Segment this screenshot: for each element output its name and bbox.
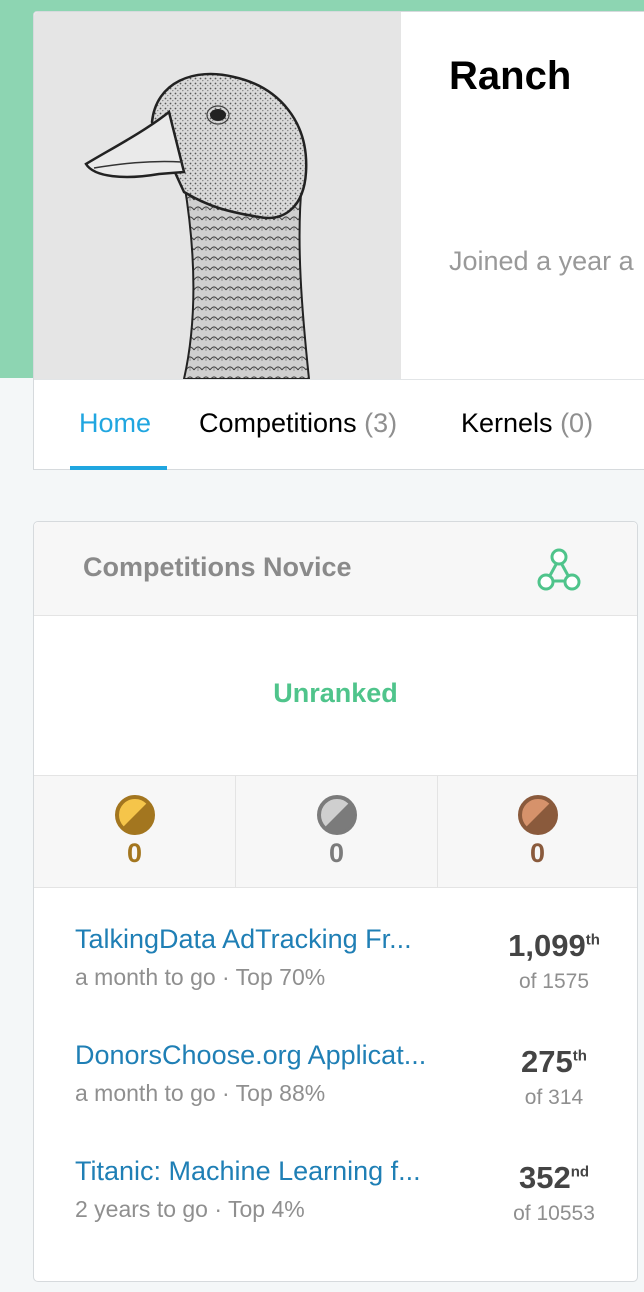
gold-medal-icon [115, 795, 155, 835]
competition-total: of 10553 [513, 1202, 595, 1225]
competition-total: of 314 [524, 1086, 584, 1109]
silver-medal-icon [317, 795, 357, 835]
goose-illustration [84, 72, 311, 379]
competition-rank: 1,099th [474, 928, 634, 964]
rank-suffix: th [572, 1047, 587, 1065]
silver-medal-count: 0 [328, 838, 345, 868]
active-tab-indicator [70, 466, 167, 470]
list-item: Titanic: Machine Learning f... 2 years t… [34, 1156, 637, 1256]
profile-tabs: Home Competitions (3) Kernels (0) [34, 379, 644, 471]
competition-rank: 352nd [474, 1160, 634, 1196]
competition-link[interactable]: DonorsChoose.org Applicat... [75, 1040, 465, 1071]
competitions-card-header: Competitions Novice [34, 522, 637, 616]
rank-area: Unranked [34, 616, 637, 776]
competition-meta: 2 years to go · Top 4% [75, 1196, 305, 1222]
rank-value: 1,099 [508, 928, 586, 963]
competition-rank: 275th [474, 1044, 634, 1080]
gold-medal-cell: 0 [34, 776, 235, 887]
competition-meta: a month to go · Top 70% [75, 964, 326, 990]
bronze-medal-count: 0 [529, 838, 546, 868]
rank-value: 352 [518, 1160, 571, 1195]
list-item: DonorsChoose.org Applicat... a month to … [34, 1040, 637, 1140]
tab-home-label: Home [79, 408, 152, 438]
tab-competitions[interactable]: Competitions (3) [199, 408, 397, 439]
rank-value: 275 [521, 1044, 573, 1079]
silver-medal-cell: 0 [235, 776, 438, 887]
tab-competitions-count: (3) [364, 408, 398, 438]
rank-suffix: th [585, 931, 600, 949]
joined-date: Joined a year a [449, 246, 634, 276]
competition-link[interactable]: TalkingData AdTracking Fr... [75, 924, 465, 955]
list-item: TalkingData AdTracking Fr... a month to … [34, 924, 637, 1024]
avatar[interactable] [34, 12, 401, 379]
novice-tier-icon [537, 548, 581, 591]
tab-kernels[interactable]: Kernels (0) [461, 408, 593, 439]
bronze-medal-icon [518, 795, 558, 835]
competition-total: of 1575 [518, 970, 590, 993]
tab-kernels-label: Kernels [461, 408, 553, 438]
bronze-medal-cell: 0 [437, 776, 638, 887]
tab-home[interactable]: Home [79, 408, 151, 439]
medal-summary: 0 0 0 [34, 776, 637, 888]
competition-meta: a month to go · Top 88% [75, 1080, 326, 1106]
gold-medal-count: 0 [126, 838, 143, 868]
tab-competitions-label: Competitions [199, 408, 357, 438]
competition-link[interactable]: Titanic: Machine Learning f... [75, 1156, 465, 1187]
tab-kernels-count: (0) [560, 408, 594, 438]
rank-status: Unranked [273, 678, 398, 708]
profile-card: Ranch Joined a year a Home Competitions … [33, 11, 644, 470]
competitions-tier-title: Competitions Novice [83, 552, 352, 582]
rank-suffix: nd [570, 1163, 590, 1181]
competitions-card: Competitions Novice Unranked 0 0 0 Talki… [33, 521, 638, 1282]
profile-name: Ranch [449, 54, 572, 98]
